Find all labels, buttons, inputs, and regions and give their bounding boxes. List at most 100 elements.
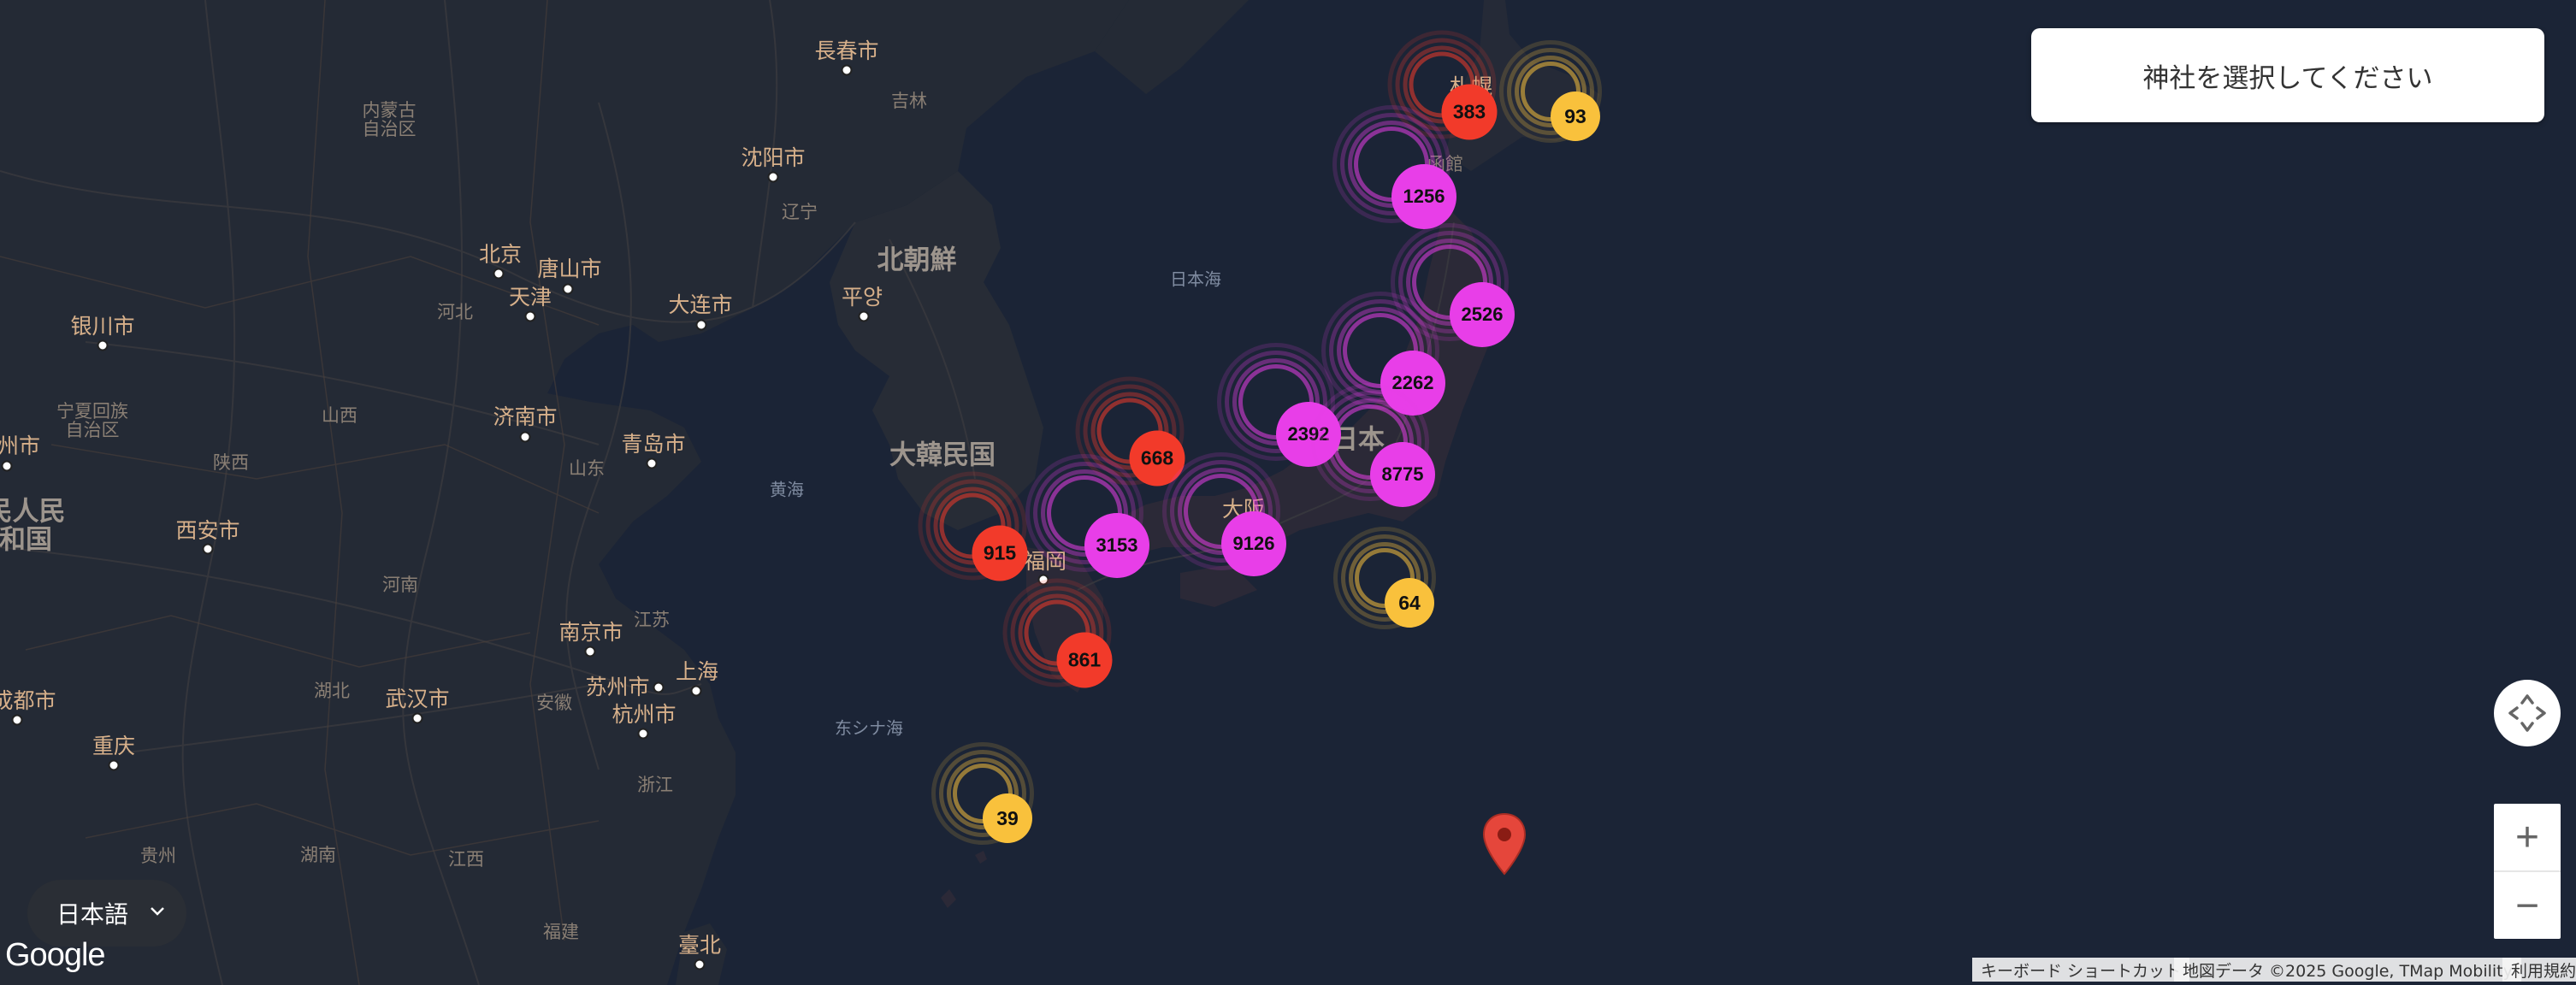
place-label: 山东 [569, 457, 605, 479]
place-label: 大连市 [668, 292, 733, 317]
place-label: 江苏 [634, 609, 670, 630]
shrine-select[interactable]: 神社を選択してください [2031, 28, 2544, 122]
place-label: 州市 [0, 433, 41, 458]
place-label: 浙江 [637, 774, 673, 795]
city-dot [637, 728, 649, 740]
cluster-count: 1256 [1391, 164, 1456, 229]
place-label: 济南市 [493, 404, 558, 429]
map-pan-control[interactable] [2494, 680, 2561, 746]
city-dot [841, 64, 853, 76]
shrine-cluster-marker[interactable]: 915 [918, 471, 1028, 581]
cluster-count: 8775 [1370, 442, 1435, 507]
shrine-cluster-marker[interactable]: 8775 [1311, 383, 1435, 507]
place-label: 天津 [508, 284, 552, 310]
location-pin-icon[interactable] [1482, 812, 1527, 876]
cluster-count: 3153 [1084, 513, 1149, 578]
shrine-cluster-marker[interactable]: 39 [931, 742, 1034, 845]
place-label: 东シナ海 [835, 717, 903, 739]
city-dot [562, 283, 574, 295]
shrine-cluster-marker[interactable]: 93 [1499, 40, 1602, 143]
cluster-count: 861 [1056, 632, 1113, 688]
city-dot [694, 958, 706, 970]
map-basemap [0, 0, 2576, 985]
place-label: 青岛市 [621, 431, 686, 457]
place-label: 苏州市 [585, 674, 650, 699]
city-dot [11, 714, 23, 726]
city-dot [524, 310, 536, 322]
place-label: 银川市 [70, 313, 135, 339]
city-dot [858, 310, 870, 322]
pan-arrows-icon [2508, 694, 2546, 732]
shrine-cluster-marker[interactable]: 383 [1387, 30, 1498, 140]
map-data-attribution: 地図データ ©2025 Google, TMap Mobility [2174, 958, 2521, 982]
place-label: 重庆 [92, 733, 136, 758]
shrine-cluster-marker[interactable]: 64 [1333, 527, 1436, 629]
place-label: 宁夏回族 自治区 [56, 400, 128, 440]
place-label: 安徽 [536, 692, 572, 713]
city-dot [584, 646, 596, 658]
city-dot [767, 171, 779, 183]
place-label: 上海 [675, 658, 719, 684]
place-label: 杭州市 [612, 701, 676, 727]
city-dot [202, 543, 214, 555]
google-logo: Google [5, 937, 106, 973]
place-label: 辽宁 [782, 201, 818, 222]
place-label: 平양 [841, 284, 883, 310]
zoom-control: + − [2494, 804, 2561, 939]
place-label: 湖南 [300, 844, 336, 865]
place-label: 長春市 [814, 38, 879, 63]
place-label: 西安市 [175, 517, 240, 543]
place-label: 成都市 [0, 687, 56, 713]
shrine-cluster-marker[interactable]: 3153 [1025, 454, 1149, 578]
place-label: 沈阳市 [741, 145, 806, 170]
city-dot [108, 759, 120, 771]
place-label: 大韓民国 [889, 439, 996, 471]
place-label: 北京 [478, 241, 523, 267]
city-dot [1, 460, 13, 472]
city-dot [493, 268, 505, 280]
shrine-cluster-marker[interactable]: 1256 [1332, 105, 1456, 229]
place-label: 日本海 [1170, 268, 1221, 290]
cluster-count: 915 [972, 525, 1028, 581]
city-dot [695, 319, 707, 331]
place-label: 民人民 和国 [0, 496, 66, 555]
place-label: 贵州 [140, 845, 176, 866]
place-label: 陕西 [213, 451, 249, 473]
city-dot [653, 681, 665, 693]
terms-link[interactable]: 利用規約 [2502, 958, 2576, 982]
place-label: 黄海 [770, 479, 804, 500]
cluster-count: 39 [983, 793, 1032, 843]
place-label: 山西 [322, 404, 357, 426]
shrine-select-placeholder: 神社を選択してください [2142, 62, 2433, 94]
zoom-in-button[interactable]: + [2494, 804, 2561, 872]
shrine-cluster-marker[interactable]: 9126 [1162, 452, 1286, 576]
city-dot [690, 685, 702, 697]
shrine-cluster-marker[interactable]: 2526 [1391, 223, 1515, 347]
city-dot [97, 339, 109, 351]
chevron-down-icon [151, 907, 164, 916]
cluster-count: 2526 [1450, 282, 1515, 347]
map-canvas[interactable]: 長春市吉林 内蒙古 自治区沈阳市辽宁北京 唐山市天津河北 北朝鮮日本海平양 大连市银川市… [0, 0, 2576, 985]
cluster-count: 9126 [1221, 511, 1286, 576]
place-label: 唐山市 [537, 256, 602, 281]
zoom-out-button[interactable]: − [2494, 872, 2561, 939]
place-label: 北朝鮮 [877, 245, 957, 276]
place-label: 河北 [437, 301, 473, 322]
keyboard-shortcuts-link[interactable]: キーボード ショートカット [1972, 958, 2190, 982]
place-label: 江西 [448, 848, 484, 870]
cluster-count: 93 [1551, 91, 1600, 141]
city-dot [411, 712, 423, 724]
place-label: 河南 [382, 574, 418, 595]
place-label: 臺北 [677, 932, 722, 958]
place-label: 武汉市 [385, 686, 450, 711]
place-label: 福建 [543, 921, 579, 942]
place-label: 吉林 [891, 90, 927, 111]
language-label: 日本語 [56, 900, 129, 929]
place-label: 湖北 [314, 680, 350, 701]
city-dot [519, 431, 531, 443]
shrine-cluster-marker[interactable]: 861 [1002, 578, 1113, 688]
place-label: 内蒙古 自治区 [362, 99, 417, 139]
cluster-count: 64 [1385, 578, 1434, 628]
city-dot [646, 457, 658, 469]
place-label: 南京市 [558, 619, 623, 645]
